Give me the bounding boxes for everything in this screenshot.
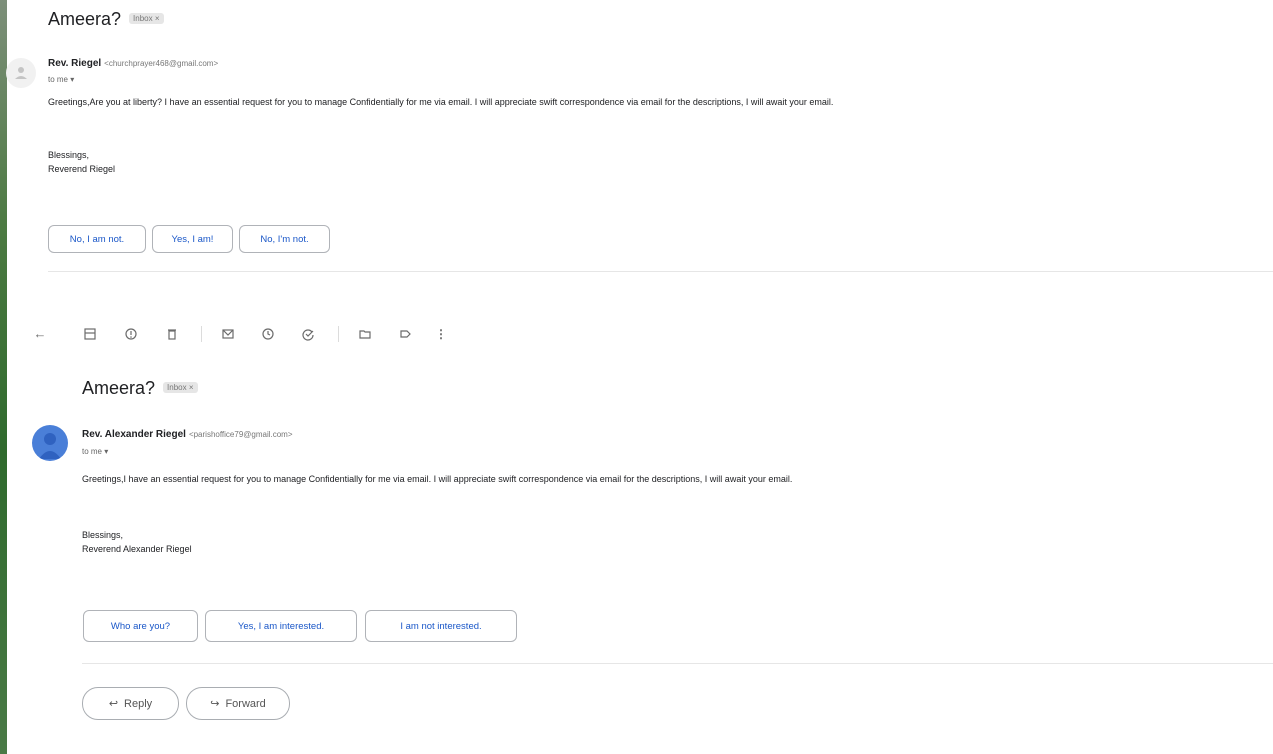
archive-icon[interactable] [82,327,98,344]
email1-body: Greetings,Are you at liberty? I have an … [48,97,834,107]
forward-button[interactable]: ↪ Forward [186,687,290,720]
email1-divider [48,271,1273,272]
email1-avatar[interactable] [6,58,36,88]
email2-signature: Blessings, Reverend Alexander Riegel [82,528,192,556]
email2-smart-reply-2[interactable]: Yes, I am interested. [205,610,357,642]
more-vertical-icon[interactable]: ⋮ [433,327,449,341]
forward-label: Forward [225,697,266,710]
email2-subject-text: Ameera? [82,378,156,398]
email1-sig-line1: Blessings, [48,150,90,160]
reply-label: Reply [124,697,153,710]
email2-body: Greetings,I have an essential request fo… [82,474,793,484]
toolbar-separator [201,326,202,342]
forward-icon: ↪ [210,698,220,710]
delete-icon[interactable] [164,327,180,344]
email1-sender: Rev. Riegel <churchprayer468@gmail.com> [48,58,218,69]
back-arrow-icon[interactable]: ← [32,327,48,341]
reply-button[interactable]: ↩ Reply [82,687,179,720]
email1-subject: Ameera? Inbox × [48,9,164,30]
email1-sender-name[interactable]: Rev. Riegel [48,58,101,69]
email2-sender-name[interactable]: Rev. Alexander Riegel [82,429,186,440]
email2-sender-email: <parishoffice79@gmail.com> [188,430,293,439]
email1-to-me[interactable]: to me ▾ [48,75,74,84]
email2-to-me[interactable]: to me ▾ [82,447,108,456]
email1-smart-reply-2[interactable]: Yes, I am! [152,225,233,253]
email1-smart-reply-3[interactable]: No, I'm not. [239,225,330,253]
reply-icon: ↩ [108,698,119,710]
report-spam-icon[interactable] [123,327,139,344]
email2-inbox-badge[interactable]: Inbox × [163,381,198,393]
email1-subject-text: Ameera? [48,9,122,29]
move-to-folder-icon[interactable] [357,327,373,344]
email1-smart-reply-1[interactable]: No, I am not. [48,225,146,253]
mark-unread-icon[interactable] [220,327,236,344]
email1-inbox-badge[interactable]: Inbox × [129,12,164,24]
email1-signature: Blessings, Reverend Riegel [48,148,115,176]
left-edge-strip [0,0,7,754]
snooze-clock-icon[interactable] [260,327,276,344]
label-icon[interactable] [397,327,413,344]
email2-sender: Rev. Alexander Riegel <parishoffice79@gma… [82,429,293,440]
email2-smart-reply-1[interactable]: Who are you? [83,610,198,642]
person-icon [15,67,27,79]
email2-sig-line2: Reverend Alexander Riegel [82,544,192,554]
email1-sig-line2: Reverend Riegel [48,164,116,174]
person-icon [39,433,61,459]
add-task-icon[interactable] [300,327,316,344]
email2-avatar[interactable] [32,425,68,461]
toolbar-separator [338,326,339,342]
email2-sig-line1: Blessings, [82,530,124,540]
email1-sender-email: <churchprayer468@gmail.com> [104,59,219,68]
email2-divider [82,663,1273,664]
email2-subject: Ameera? Inbox × [82,378,198,399]
email2-smart-reply-3[interactable]: I am not interested. [365,610,517,642]
